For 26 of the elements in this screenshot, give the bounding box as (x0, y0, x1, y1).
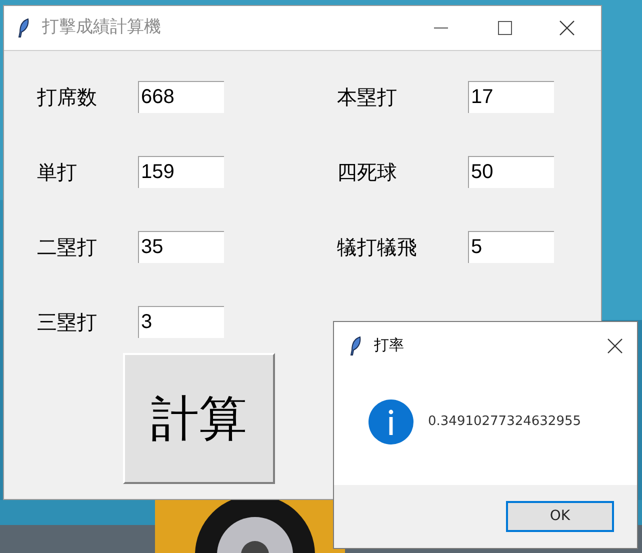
field-label: 犠打犠飛 (337, 234, 418, 261)
input-field[interactable]: 5 (468, 231, 554, 263)
calculate-button[interactable]: 計算 (123, 353, 275, 484)
ok-button[interactable]: OK (506, 501, 614, 532)
input-field[interactable]: 159 (138, 156, 224, 188)
input-field[interactable]: 17 (468, 81, 554, 113)
field-label: 本塁打 (337, 84, 398, 111)
dialog-title: 打率 (374, 335, 404, 356)
maximize-icon[interactable] (498, 21, 512, 35)
input-field[interactable]: 50 (468, 156, 554, 188)
input-field[interactable]: 3 (138, 306, 224, 338)
feather-icon (350, 336, 362, 356)
close-icon[interactable] (607, 338, 623, 354)
field-label: 四死球 (337, 159, 398, 186)
field-label: 単打 (37, 159, 78, 186)
window-title: 打擊成績計算機 (42, 16, 161, 40)
field-label: 打席数 (37, 84, 98, 111)
field-label: 二塁打 (37, 234, 98, 261)
close-icon[interactable] (559, 20, 575, 36)
input-field[interactable]: 35 (138, 231, 224, 263)
dialog-message: 0.34910277324632955 (428, 413, 582, 432)
field-label: 三塁打 (37, 309, 98, 336)
input-field[interactable]: 668 (138, 81, 224, 113)
info-icon (368, 399, 414, 445)
minimize-icon[interactable] (434, 27, 448, 29)
feather-icon (18, 18, 30, 38)
